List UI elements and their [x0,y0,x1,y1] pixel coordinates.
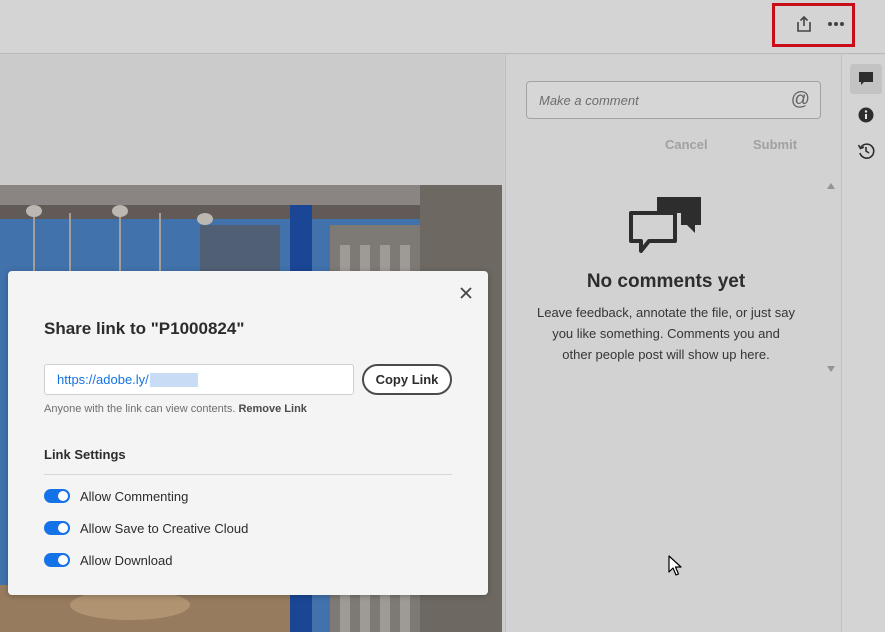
cancel-button[interactable]: Cancel [665,137,708,152]
scrollbar[interactable] [824,181,838,374]
allow-download-toggle[interactable] [44,553,70,567]
setting-label: Allow Save to Creative Cloud [80,520,249,536]
comments-panel: @ Cancel Submit No comments yet Leave fe… [505,55,841,632]
copy-link-button[interactable]: Copy Link [362,364,452,395]
mention-icon[interactable]: @ [791,89,810,111]
allow-save-cc-toggle[interactable] [44,521,70,535]
no-comments-title: No comments yet [586,271,746,292]
share-link-field[interactable]: https://adobe.ly/ [44,364,354,395]
share-link-dialog: Share link to "P1000824" https://adobe.l… [8,271,488,595]
divider [44,474,452,475]
speech-bubbles-icon [629,195,703,266]
close-icon[interactable] [457,284,475,302]
comment-input[interactable] [539,92,791,108]
mouse-cursor-icon [668,555,682,582]
dialog-title: Share link to "P1000824" [44,319,245,338]
comment-input-box[interactable]: @ [526,81,821,119]
comment-icon[interactable] [850,64,882,94]
submit-button[interactable]: Submit [753,137,797,152]
setting-label: Allow Download [80,552,173,568]
link-note-text: Anyone with the link can view contents. [44,403,236,415]
right-rail [841,55,885,632]
top-bar [0,0,885,54]
no-comments-description: Leave feedback, annotate the file, or ju… [536,305,795,362]
setting-label: Allow Commenting [80,488,189,504]
link-access-note: Anyone with the link can view contents. … [44,403,307,415]
highlight-box [772,3,855,47]
scroll-down-arrow-icon[interactable] [827,366,835,372]
share-link-text: https://adobe.ly/ [57,372,149,387]
link-settings-heading: Link Settings [44,447,126,462]
scroll-up-arrow-icon[interactable] [827,183,835,189]
remove-link-button[interactable]: Remove Link [238,403,306,415]
setting-allow-download: Allow Download [44,551,173,569]
info-icon[interactable] [850,100,882,130]
setting-allow-commenting: Allow Commenting [44,487,188,505]
setting-allow-save-cc: Allow Save to Creative Cloud [44,519,248,537]
history-icon[interactable] [850,136,882,166]
link-selection-highlight [149,372,198,387]
allow-commenting-toggle[interactable] [44,489,70,503]
